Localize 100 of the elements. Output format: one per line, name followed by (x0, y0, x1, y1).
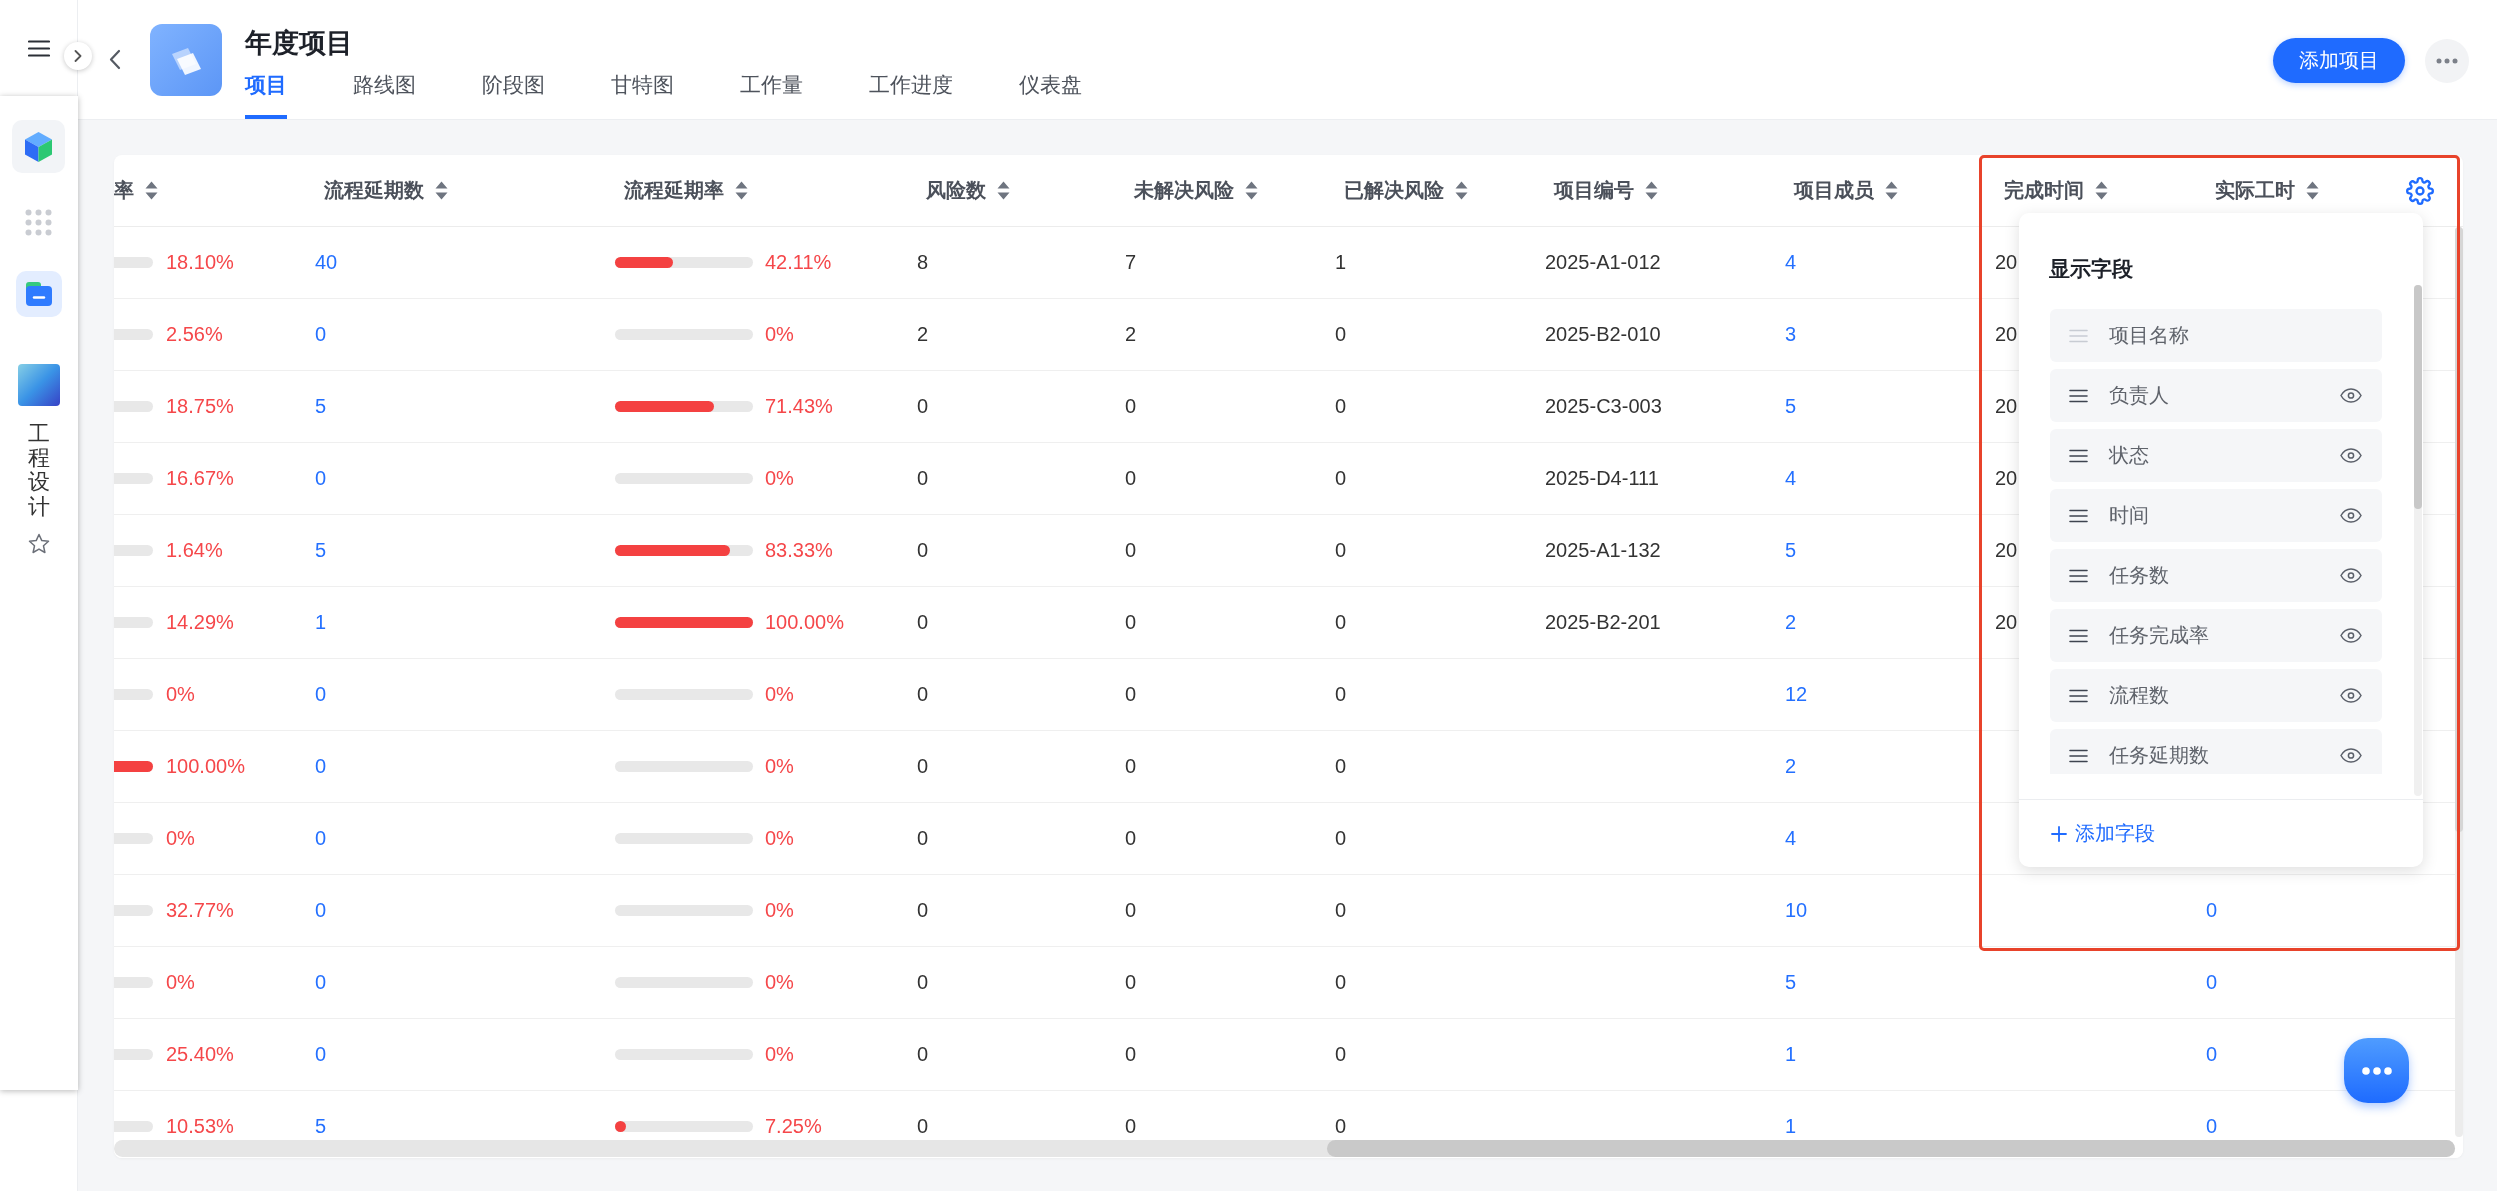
tab[interactable]: 项目 (245, 62, 287, 119)
tab[interactable]: 阶段图 (482, 62, 545, 119)
count-link[interactable]: 10 (1785, 899, 1808, 922)
tab[interactable]: 甘特图 (611, 62, 674, 119)
scrollbar-thumb[interactable] (2455, 227, 2463, 832)
count-link[interactable]: 1 (1785, 1115, 1797, 1138)
count-link[interactable]: 0 (315, 323, 327, 346)
value-text: 2025-B2-010 (1545, 323, 1661, 346)
value-text: 8 (917, 251, 929, 274)
percent-text: 16.67% (166, 467, 234, 490)
drag-handle-icon[interactable] (2069, 568, 2088, 583)
back-icon[interactable] (108, 49, 121, 70)
count-link[interactable]: 12 (1785, 683, 1808, 706)
eye-icon[interactable] (2340, 508, 2362, 523)
value-text: 0 (917, 683, 929, 706)
drag-handle-icon[interactable] (2069, 448, 2088, 463)
field-item[interactable]: 时间 (2050, 489, 2382, 542)
sort-icon[interactable] (145, 181, 158, 200)
count-link[interactable]: 4 (1785, 467, 1797, 490)
count-link[interactable]: 0 (315, 1043, 327, 1066)
eye-icon[interactable] (2340, 688, 2362, 703)
value-text: 0 (1335, 1043, 1347, 1066)
count-link[interactable]: 1 (315, 611, 327, 634)
eye-icon[interactable] (2340, 568, 2362, 583)
eye-icon[interactable] (2340, 748, 2362, 763)
count-link[interactable]: 4 (1785, 251, 1797, 274)
drag-handle-icon[interactable] (2069, 748, 2088, 763)
column-header: 流程延期数 (324, 178, 424, 203)
count-link[interactable]: 0 (315, 971, 327, 994)
count-link[interactable]: 2 (1785, 755, 1797, 778)
more-button[interactable] (2425, 38, 2469, 83)
scrollbar-thumb[interactable] (2414, 285, 2422, 509)
tab[interactable]: 工作量 (740, 62, 803, 119)
nav-button[interactable] (12, 120, 65, 173)
star-icon[interactable] (27, 532, 50, 555)
count-link[interactable]: 0 (2206, 899, 2218, 922)
count-link[interactable]: 5 (315, 395, 327, 418)
count-link[interactable]: 0 (2206, 1115, 2218, 1138)
count-link[interactable]: 4 (1785, 827, 1797, 850)
tab[interactable]: 仪表盘 (1019, 62, 1082, 119)
expand-button[interactable] (64, 42, 92, 70)
sort-icon[interactable] (1645, 181, 1658, 200)
value-text: 2025-A1-132 (1545, 539, 1661, 562)
eye-icon[interactable] (2340, 628, 2362, 643)
count-link[interactable]: 0 (315, 827, 327, 850)
percent-text: 0% (166, 971, 195, 994)
value-text: 0 (917, 971, 929, 994)
value-text: 0 (1125, 395, 1137, 418)
field-item[interactable]: 流程数 (2050, 669, 2382, 722)
count-link[interactable]: 0 (315, 755, 327, 778)
scrollbar-thumb[interactable] (1327, 1140, 2455, 1157)
value-text: 0 (1335, 323, 1347, 346)
count-link[interactable]: 5 (1785, 971, 1797, 994)
field-item[interactable]: 负责人 (2050, 369, 2382, 422)
field-item[interactable]: 项目名称 (2050, 309, 2382, 362)
sort-icon[interactable] (2095, 181, 2108, 200)
field-item[interactable]: 状态 (2050, 429, 2382, 482)
drag-handle-icon[interactable] (2069, 628, 2088, 643)
percent-text: 83.33% (765, 539, 833, 562)
field-item[interactable]: 任务完成率 (2050, 609, 2382, 662)
eye-icon[interactable] (2340, 388, 2362, 403)
count-link[interactable]: 0 (2206, 1043, 2218, 1066)
count-link[interactable]: 1 (1785, 1043, 1797, 1066)
count-link[interactable]: 0 (315, 899, 327, 922)
sort-icon[interactable] (1245, 181, 1258, 200)
count-link[interactable]: 0 (315, 683, 327, 706)
sort-icon[interactable] (997, 181, 1010, 200)
sort-icon[interactable] (735, 181, 748, 200)
count-link[interactable]: 5 (1785, 539, 1797, 562)
add-project-button[interactable]: 添加项目 (2273, 38, 2405, 83)
field-item[interactable]: 任务延期数 (2050, 729, 2382, 774)
count-link[interactable]: 0 (315, 467, 327, 490)
sort-icon[interactable] (1455, 181, 1468, 200)
drag-handle-icon[interactable] (2069, 508, 2088, 523)
tab[interactable]: 路线图 (353, 62, 416, 119)
plus-icon (2051, 825, 2067, 842)
sort-icon[interactable] (1885, 181, 1898, 200)
tab[interactable]: 工作进度 (869, 62, 953, 119)
field-item[interactable]: 任务数 (2050, 549, 2382, 602)
sort-icon[interactable] (435, 181, 448, 200)
drag-handle-icon[interactable] (2069, 388, 2088, 403)
count-link[interactable]: 5 (1785, 395, 1797, 418)
count-link[interactable]: 40 (315, 251, 338, 274)
percent-text: 0% (765, 827, 794, 850)
eye-icon[interactable] (2340, 448, 2362, 463)
settings-icon[interactable] (2406, 176, 2434, 205)
value-text: 0 (1335, 395, 1347, 418)
sort-icon[interactable] (2306, 181, 2319, 200)
value-text: 20 (1995, 467, 2018, 490)
count-link[interactable]: 2 (1785, 611, 1797, 634)
column-header: 项目成员 (1794, 178, 1874, 203)
menu-icon[interactable] (27, 40, 50, 57)
add-field-button[interactable]: 添加字段 (2051, 820, 2155, 847)
count-link[interactable]: 5 (315, 539, 327, 562)
count-link[interactable]: 5 (315, 1115, 327, 1138)
count-link[interactable]: 3 (1785, 323, 1797, 346)
drag-handle-icon[interactable] (2069, 688, 2088, 703)
percent-text: 0% (166, 827, 195, 850)
count-link[interactable]: 0 (2206, 971, 2218, 994)
nav-button[interactable] (15, 271, 62, 317)
